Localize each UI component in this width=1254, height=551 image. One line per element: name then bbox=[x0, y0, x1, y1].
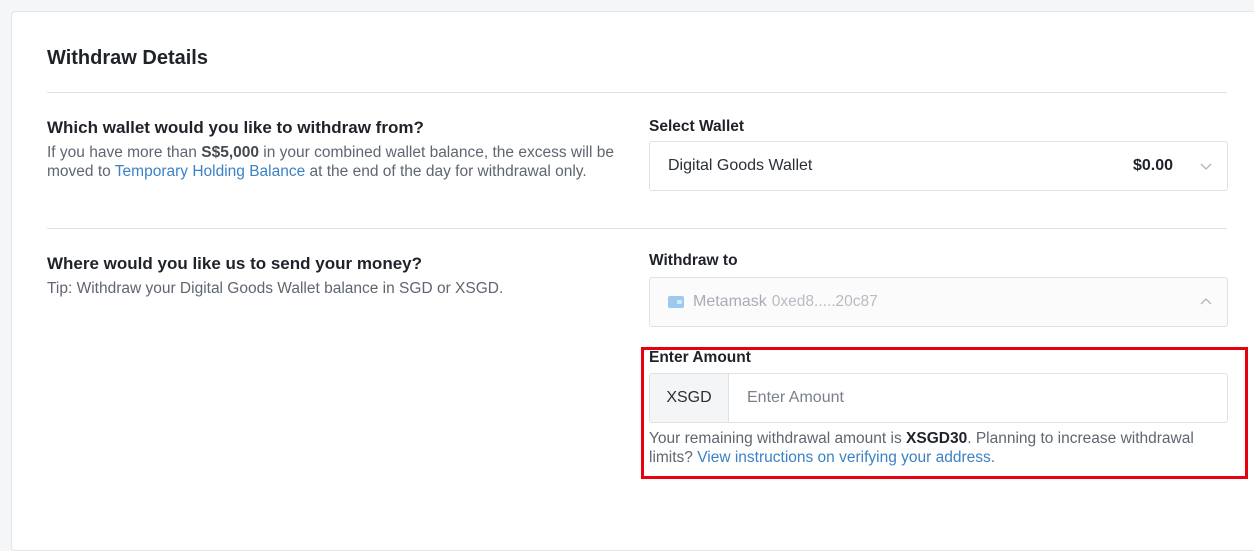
temporary-holding-balance-link[interactable]: Temporary Holding Balance bbox=[115, 163, 305, 180]
wallet-description: If you have more than S$5,000 in your co… bbox=[47, 143, 622, 181]
withdraw-to-dropdown[interactable]: Metamask 0xed8.....20c87 bbox=[649, 277, 1228, 327]
chevron-down-icon bbox=[1200, 163, 1212, 170]
send-question: Where would you like us to send your mon… bbox=[47, 254, 422, 273]
currency-addon: XSGD bbox=[650, 374, 729, 422]
withdraw-wallet-name: Metamask bbox=[693, 293, 767, 310]
chevron-up-icon bbox=[1200, 298, 1212, 305]
amount-input[interactable] bbox=[729, 374, 1227, 422]
selected-wallet-balance: $0.00 bbox=[1132, 157, 1173, 174]
send-tip: Tip: Withdraw your Digital Goods Wallet … bbox=[47, 280, 504, 297]
withdraw-details-card: Withdraw Details Which wallet would you … bbox=[11, 11, 1254, 551]
amount-input-group: XSGD bbox=[649, 373, 1228, 423]
selected-wallet-name: Digital Goods Wallet bbox=[668, 157, 813, 174]
enter-amount-label: Enter Amount bbox=[649, 349, 751, 366]
wallet-question: Which wallet would you like to withdraw … bbox=[47, 118, 424, 137]
remain-text: Your remaining withdrawal amount is bbox=[649, 430, 907, 447]
wallet-icon bbox=[668, 296, 684, 308]
withdraw-wallet-address: 0xed8.....20c87 bbox=[771, 293, 878, 310]
remaining-withdrawal-note: Your remaining withdrawal amount is XSGD… bbox=[649, 429, 1209, 467]
divider bbox=[47, 92, 1227, 93]
verify-address-link[interactable]: View instructions on verifying your addr… bbox=[697, 449, 995, 466]
withdraw-to-label: Withdraw to bbox=[649, 252, 738, 269]
desc-amount: S$5,000 bbox=[201, 144, 259, 161]
divider bbox=[47, 228, 1227, 229]
remain-amount: XSGD30 bbox=[906, 430, 968, 447]
desc-text: If you have more than bbox=[47, 144, 202, 161]
select-wallet-dropdown[interactable]: Digital Goods Wallet $0.00 bbox=[649, 141, 1228, 191]
select-wallet-label: Select Wallet bbox=[649, 118, 745, 135]
desc-text: at the end of the day for withdrawal onl… bbox=[305, 163, 587, 180]
card-title: Withdraw Details bbox=[47, 47, 208, 69]
